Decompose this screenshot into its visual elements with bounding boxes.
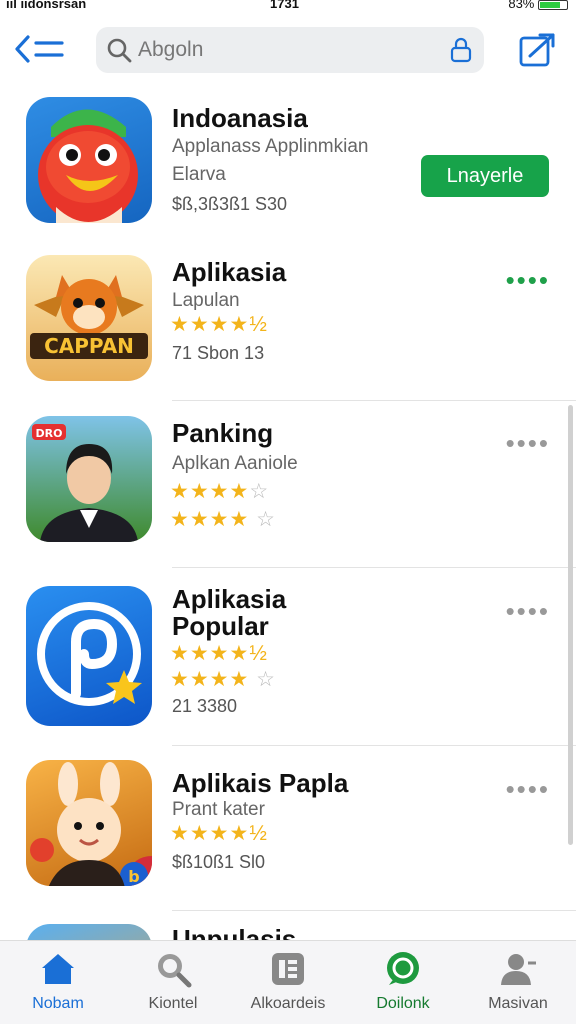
app-icon-rabbit: b <box>26 760 152 886</box>
tab-label: Masivan <box>488 995 548 1012</box>
app-icon-fox: CAPPAN <box>26 255 152 381</box>
chat-icon <box>387 952 419 985</box>
app-meta: $ß10ß1 Sl0 <box>172 852 266 872</box>
search-bar[interactable] <box>96 27 484 73</box>
list-item[interactable]: DRO Panking Aplkan Aaniole ★★★★☆ ★★★★ ☆ … <box>0 412 576 567</box>
app-category: Elarva <box>172 164 226 185</box>
tab-home[interactable]: Nobam <box>3 949 113 1013</box>
tab-apps[interactable]: Alkoardeis <box>233 949 343 1013</box>
battery-indicator: 83% <box>508 0 568 11</box>
tab-label: Alkoardeis <box>250 995 326 1012</box>
app-icon-p <box>26 586 152 726</box>
app-subtitle: Applanass Applinmkian <box>172 136 369 157</box>
back-button[interactable] <box>14 34 66 64</box>
home-icon <box>42 954 74 984</box>
tab-label: Nobam <box>32 995 84 1012</box>
scrollbar[interactable] <box>568 405 573 845</box>
app-name: Indoanasia <box>172 103 308 133</box>
app-icon-partial <box>26 924 152 940</box>
app-name: Aplikasia <box>172 257 287 287</box>
app-meta: $ß,3ß3ß1 S30 <box>172 194 288 214</box>
tab-label: Kiontel <box>148 995 198 1012</box>
list-item[interactable]: Indoanasia Applanass Applinmkian Elarva … <box>0 95 576 235</box>
bottom-tab-bar: Nobam Kiontel Alkoardeis Doilonk Masivan <box>0 940 576 1024</box>
list-item[interactable]: b Aplikais Papla Prant kater ★★★★½ $ß10ß… <box>0 758 576 908</box>
carrier-label: ııl ııdonsrsan <box>6 0 87 11</box>
search-icon <box>158 954 192 988</box>
more-options-icon[interactable]: •••• <box>506 267 550 293</box>
search-input[interactable] <box>138 35 428 65</box>
fox-mascot-icon: CAPPAN <box>30 275 148 359</box>
list-item[interactable]: CAPPAN Aplikasia Lapulan ★★★★½ 71 Sbon 1… <box>0 253 576 403</box>
tab-profile[interactable]: Masivan <box>463 949 573 1013</box>
more-options-icon[interactable]: •••• <box>506 598 550 624</box>
rating-stars-secondary: ★★★★ ☆ <box>170 508 276 531</box>
app-icon-portrait: DRO <box>26 416 152 542</box>
back-menu-icon <box>15 35 64 63</box>
app-name: Unpulasis <box>172 924 297 940</box>
parrot-icon <box>38 109 138 223</box>
app-icon-parrot <box>26 97 152 223</box>
rating-stars: ★★★★½ <box>170 822 268 845</box>
divider <box>172 910 576 911</box>
p-logo-icon <box>37 602 142 706</box>
divider <box>172 745 576 746</box>
clock: 1731 <box>270 0 299 11</box>
top-header <box>0 22 576 82</box>
apps-icon <box>272 953 304 985</box>
get-button[interactable]: Lnayerle <box>421 155 549 197</box>
tab-search[interactable]: Kiontel <box>118 949 228 1013</box>
divider <box>172 400 576 401</box>
share-icon <box>519 33 555 67</box>
icon-badge-text: DRO <box>36 427 63 440</box>
icon-banner-text: CAPPAN <box>44 334 134 358</box>
search-icon <box>107 38 132 63</box>
divider <box>172 567 576 568</box>
svg-text:b: b <box>128 867 139 886</box>
battery-icon <box>538 0 568 10</box>
app-name: Panking <box>172 418 274 448</box>
rabbit-mascot-icon: b <box>30 762 152 886</box>
person-icon <box>501 954 536 985</box>
more-options-icon[interactable]: •••• <box>506 776 550 802</box>
app-name-line2: Popular <box>172 611 269 641</box>
rating-stars: ★★★★☆ <box>170 480 270 503</box>
status-bar: ııl ııdonsrsan 1731 83% <box>0 0 576 14</box>
app-name-line1: Aplikasia <box>172 584 287 614</box>
battery-percent: 83% <box>508 0 535 11</box>
app-subtitle: Lapulan <box>172 290 240 311</box>
lock-icon[interactable] <box>448 37 474 63</box>
list-item[interactable]: Unpulasis <box>0 920 576 940</box>
rating-stars: ★★★★½ <box>170 313 268 336</box>
app-meta: 71 Sbon 13 <box>172 343 265 363</box>
rating-stars-secondary: ★★★★ ☆ <box>170 668 276 691</box>
share-button[interactable] <box>518 32 556 68</box>
app-subtitle: Prant kater <box>172 799 265 820</box>
portrait-icon: DRO <box>32 424 138 542</box>
app-subtitle: Aplkan Aaniole <box>172 453 298 474</box>
tab-label: Doilonk <box>376 995 430 1012</box>
app-name: Aplikais Papla <box>172 768 349 798</box>
rating-stars: ★★★★½ <box>170 642 268 665</box>
app-meta: 21 3380 <box>172 696 238 716</box>
tab-chat[interactable]: Doilonk <box>348 949 458 1013</box>
more-options-icon[interactable]: •••• <box>506 430 550 456</box>
list-item[interactable]: Aplikasia Popular ★★★★½ ★★★★ ☆ 21 3380 •… <box>0 580 576 740</box>
